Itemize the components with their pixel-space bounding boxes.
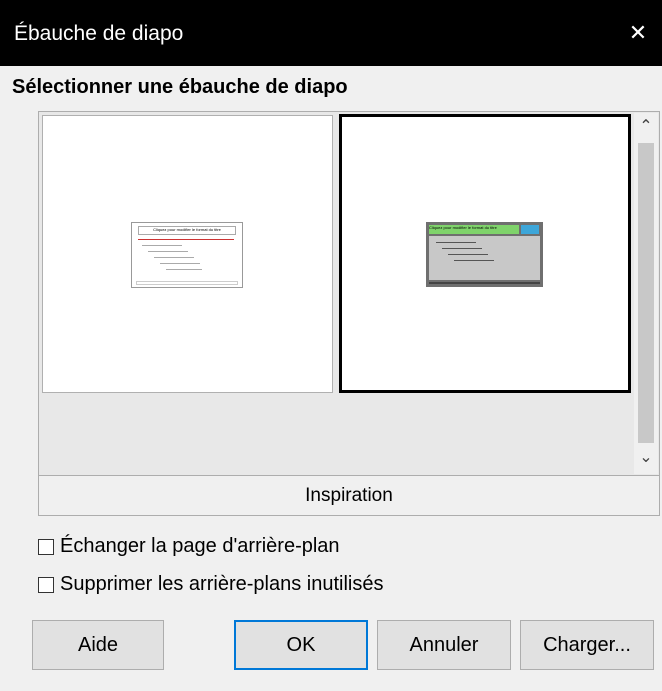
window-title: Ébauche de diapo — [14, 22, 184, 45]
checkbox-box[interactable] — [38, 576, 54, 593]
ok-button[interactable]: OK — [234, 620, 368, 670]
delete-unused-backgrounds-label: Supprimer les arrière-plans inutilisés — [60, 573, 384, 595]
selected-design-name: Inspiration — [305, 485, 393, 506]
gallery-item-inspiration[interactable]: Cliquez pour modifier le format du titre — [339, 114, 631, 393]
exchange-background-label: Échanger la page d'arrière-plan — [60, 535, 340, 557]
cancel-button[interactable]: Annuler — [377, 620, 511, 670]
preview-title: Cliquez pour modifier le format du titre — [138, 226, 236, 235]
section-heading: Sélectionner une ébauche de diapo — [12, 76, 348, 98]
delete-unused-backgrounds-checkbox[interactable]: Supprimer les arrière-plans inutilisés — [38, 573, 383, 596]
gallery-item-default[interactable]: Cliquez pour modifier le format du titre — [42, 115, 333, 393]
exchange-background-checkbox[interactable]: Échanger la page d'arrière-plan — [38, 535, 340, 558]
gallery-caption-bar: Inspiration — [38, 476, 660, 516]
scroll-thumb[interactable] — [638, 143, 654, 443]
checkbox-box[interactable] — [38, 538, 54, 555]
load-button[interactable]: Charger... — [520, 620, 654, 670]
close-icon[interactable]: ✕ — [620, 15, 656, 51]
title-bar: Ébauche de diapo ✕ — [0, 0, 662, 66]
slide-preview-default: Cliquez pour modifier le format du titre — [131, 222, 243, 288]
slide-preview-inspiration: Cliquez pour modifier le format du titre — [426, 222, 543, 287]
scroll-down-icon[interactable]: ⌄ — [634, 446, 658, 470]
help-button[interactable]: Aide — [32, 620, 164, 670]
preview-title-bar: Cliquez pour modifier le format du titre — [429, 225, 519, 234]
scroll-up-icon[interactable]: ⌃ — [634, 115, 658, 139]
slide-design-gallery[interactable]: Cliquez pour modifier le format du titre… — [38, 111, 660, 476]
vertical-scrollbar[interactable]: ⌃ ⌄ — [634, 113, 658, 474]
